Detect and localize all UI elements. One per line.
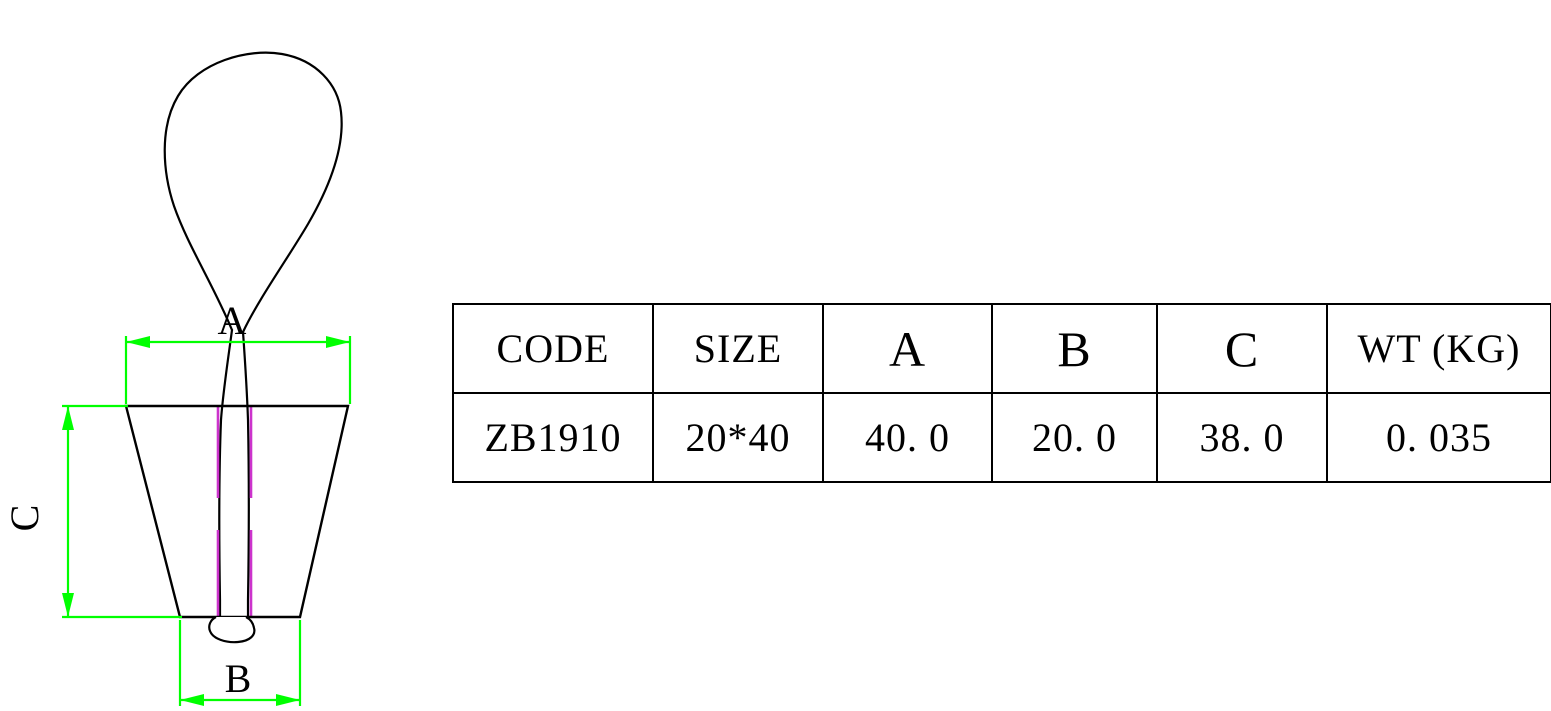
technical-drawing-panel: A C B bbox=[0, 0, 430, 711]
sleeve-body-outline bbox=[124, 404, 350, 619]
spec-table: CODE SIZE A B C WT (KG) ZB1910 20*40 40.… bbox=[452, 303, 1551, 483]
header-cell-size: SIZE bbox=[652, 303, 824, 394]
header-cell-c: C bbox=[1156, 303, 1328, 394]
rope-loop-outline bbox=[163, 51, 343, 334]
dimension-a-label: A bbox=[218, 298, 247, 343]
cell-code: ZB1910 bbox=[452, 392, 654, 483]
header-cell-b: B bbox=[991, 303, 1158, 394]
hidden-center-lines bbox=[216, 407, 253, 616]
table-row: ZB1910 20*40 40. 0 20. 0 38. 0 0. 035 bbox=[452, 392, 1551, 483]
header-cell-a: A bbox=[822, 303, 993, 394]
header-cell-code: CODE bbox=[452, 303, 654, 394]
cell-a: 40. 0 bbox=[822, 392, 993, 483]
dimension-b-label: B bbox=[225, 656, 252, 701]
cell-b: 20. 0 bbox=[991, 392, 1158, 483]
header-cell-wt: WT (KG) bbox=[1326, 303, 1551, 394]
cell-c: 38. 0 bbox=[1156, 392, 1328, 483]
cell-size: 20*40 bbox=[652, 392, 824, 483]
drawing-canvas: A C B bbox=[2, 51, 352, 706]
dimension-c-label: C bbox=[2, 505, 47, 532]
dimension-a bbox=[124, 336, 352, 404]
rope-strands bbox=[218, 328, 250, 619]
cell-wt: 0. 035 bbox=[1326, 392, 1551, 483]
table-header-row: CODE SIZE A B C WT (KG) bbox=[452, 303, 1551, 394]
rope-knot-detail bbox=[208, 616, 256, 644]
dimension-c bbox=[62, 404, 182, 619]
spec-table-container: CODE SIZE A B C WT (KG) ZB1910 20*40 40.… bbox=[452, 303, 1551, 483]
